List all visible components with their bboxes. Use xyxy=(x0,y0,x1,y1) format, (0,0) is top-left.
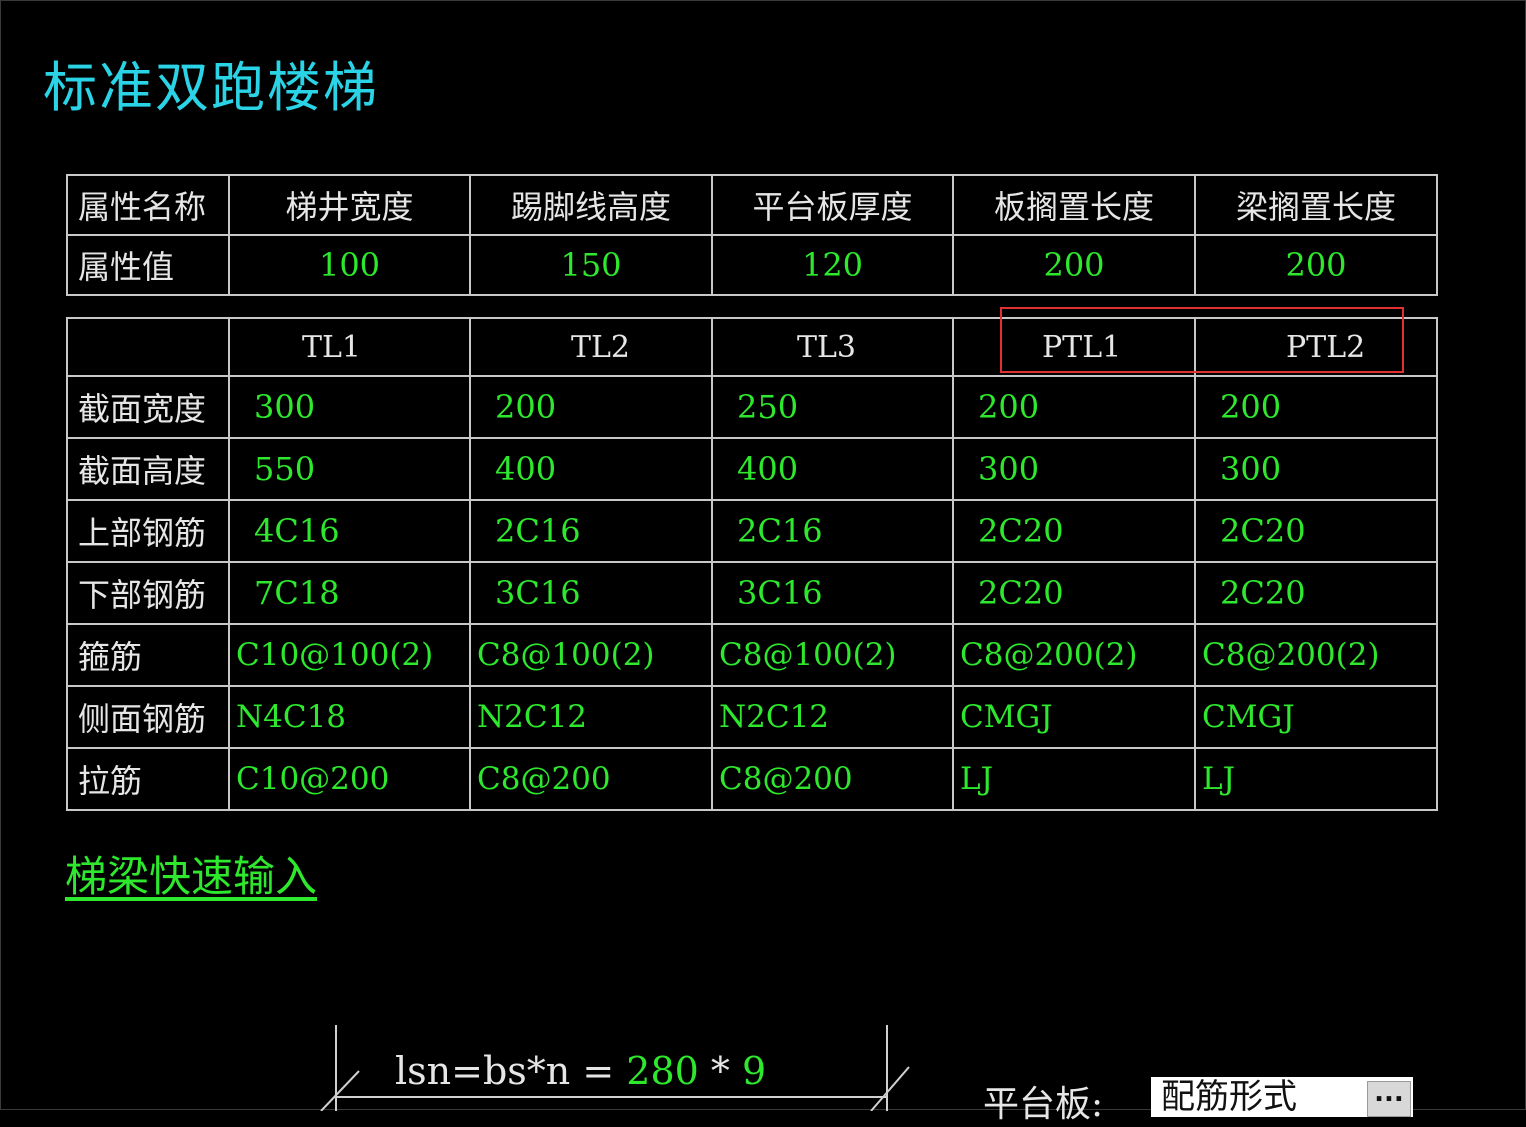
beam-cell[interactable]: 7C18 xyxy=(228,561,471,625)
beam-row: 箍筋 C10@100(2) C8@100(2) C8@100(2) C8@200(2) C… xyxy=(66,623,1438,687)
value-platform-thickness[interactable]: 120 xyxy=(711,234,954,296)
beam-cell[interactable]: LJ xyxy=(952,747,1196,811)
beam-row-label: 截面宽度 xyxy=(66,375,230,439)
beam-cell[interactable]: C10@200 xyxy=(228,747,471,811)
value-skirting-height[interactable]: 150 xyxy=(469,234,713,296)
beam-cell[interactable]: 2C20 xyxy=(1194,561,1438,625)
column-header-platform-thickness: 平台板厚度 xyxy=(711,174,954,236)
beam-cell[interactable]: 300 xyxy=(1194,437,1438,501)
formula-bs: 280 xyxy=(626,1049,699,1093)
beam-cell[interactable]: N2C12 xyxy=(711,685,954,749)
formula-n: 9 xyxy=(741,1049,767,1093)
beam-cell[interactable]: LJ xyxy=(1194,747,1438,811)
beam-row: 拉筋 C10@200 C8@200 C8@200 LJ LJ xyxy=(66,747,1438,811)
column-header-beam-bearing-length: 梁搁置长度 xyxy=(1194,174,1438,236)
beam-header-row: TL1 TL2 TL3 PTL1 PTL2 xyxy=(66,317,1438,377)
property-value-label: 属性值 xyxy=(66,234,230,296)
more-options-button[interactable]: ... xyxy=(1367,1080,1411,1117)
beam-cell[interactable]: C8@200 xyxy=(711,747,954,811)
beam-row-label: 截面高度 xyxy=(66,437,230,501)
value-stairwell-width[interactable]: 100 xyxy=(228,234,471,296)
beam-row: 上部钢筋 4C16 2C16 2C16 2C20 2C20 xyxy=(66,499,1438,563)
beam-cell[interactable]: 4C16 xyxy=(228,499,471,563)
beam-row-label: 拉筋 xyxy=(66,747,230,811)
beam-table: TL1 TL2 TL3 PTL1 PTL2 截面宽度 300 200 250 200 20… xyxy=(66,317,1438,811)
beam-cell[interactable]: 250 xyxy=(711,375,954,439)
beam-row: 截面宽度 300 200 250 200 200 xyxy=(66,375,1438,439)
beam-cell[interactable]: C10@100(2) xyxy=(228,623,471,687)
beam-cell[interactable]: N4C18 xyxy=(228,685,471,749)
beam-cell[interactable]: 2C20 xyxy=(952,499,1196,563)
beam-cell[interactable]: C8@200(2) xyxy=(952,623,1196,687)
properties-header-row: 属性名称 梯井宽度 踢脚线高度 平台板厚度 板搁置长度 梁搁置长度 xyxy=(66,174,1438,236)
properties-value-row: 属性值 100 150 120 200 200 xyxy=(66,234,1438,296)
beam-header-tl1: TL1 xyxy=(228,317,471,377)
dimension-formula: lsn=bs*n = 280 * 9 xyxy=(395,1049,766,1093)
beam-row-label: 下部钢筋 xyxy=(66,561,230,625)
beam-cell[interactable]: C8@100(2) xyxy=(469,623,713,687)
column-header-slab-bearing-length: 板搁置长度 xyxy=(952,174,1196,236)
beam-cell[interactable]: 2C16 xyxy=(469,499,713,563)
beam-row-label: 上部钢筋 xyxy=(66,499,230,563)
beam-cell[interactable]: CMGJ xyxy=(1194,685,1438,749)
beam-cell[interactable]: 3C16 xyxy=(469,561,713,625)
value-beam-bearing-length[interactable]: 200 xyxy=(1194,234,1438,296)
beam-cell[interactable]: C8@200(2) xyxy=(1194,623,1438,687)
beam-cell[interactable]: 300 xyxy=(952,437,1196,501)
beam-cell[interactable]: 2C20 xyxy=(952,561,1196,625)
beam-cell[interactable]: 400 xyxy=(711,437,954,501)
formula-prefix: lsn=bs*n = xyxy=(395,1049,627,1093)
beam-header-ptl2: PTL2 xyxy=(1194,317,1438,377)
column-header-skirting-height: 踢脚线高度 xyxy=(469,174,713,236)
formula-times: * xyxy=(698,1049,742,1093)
beam-cell[interactable]: 300 xyxy=(228,375,471,439)
beam-cell[interactable]: 2C20 xyxy=(1194,499,1438,563)
beam-quick-input-link[interactable]: 梯梁快速输入 xyxy=(65,843,317,904)
property-name-header: 属性名称 xyxy=(66,174,230,236)
beam-row-label: 侧面钢筋 xyxy=(66,685,230,749)
beam-cell[interactable]: C8@100(2) xyxy=(711,623,954,687)
platform-label: 平台板: xyxy=(983,1084,1104,1125)
beam-cell[interactable]: 2C16 xyxy=(711,499,954,563)
beam-row: 下部钢筋 7C18 3C16 3C16 2C20 2C20 xyxy=(66,561,1438,625)
value-slab-bearing-length[interactable]: 200 xyxy=(952,234,1196,296)
properties-table: 属性名称 梯井宽度 踢脚线高度 平台板厚度 板搁置长度 梁搁置长度 属性值 10… xyxy=(66,174,1438,296)
beam-header-ptl1: PTL1 xyxy=(952,317,1196,377)
beam-cell[interactable]: N2C12 xyxy=(469,685,713,749)
beam-cell[interactable]: 200 xyxy=(1194,375,1438,439)
column-header-stairwell-width: 梯井宽度 xyxy=(228,174,471,236)
beam-row: 侧面钢筋 N4C18 N2C12 N2C12 CMGJ CMGJ xyxy=(66,685,1438,749)
reinforcement-form-value: 配筋形式 xyxy=(1161,1077,1297,1117)
beam-cell[interactable]: 400 xyxy=(469,437,713,501)
beam-cell[interactable]: CMGJ xyxy=(952,685,1196,749)
beam-header-tl3: TL3 xyxy=(711,317,954,377)
corner-cell xyxy=(66,317,230,377)
beam-header-tl2: TL2 xyxy=(469,317,713,377)
beam-row-label: 箍筋 xyxy=(66,623,230,687)
beam-cell[interactable]: 550 xyxy=(228,437,471,501)
beam-cell[interactable]: 200 xyxy=(952,375,1196,439)
beam-cell[interactable]: 3C16 xyxy=(711,561,954,625)
beam-cell[interactable]: 200 xyxy=(469,375,713,439)
page-title: 标准双跑楼梯 xyxy=(43,56,379,119)
reinforcement-form-combo[interactable]: 配筋形式 ... xyxy=(1151,1077,1413,1117)
beam-cell[interactable]: C8@200 xyxy=(469,747,713,811)
beam-row: 截面高度 550 400 400 300 300 xyxy=(66,437,1438,501)
